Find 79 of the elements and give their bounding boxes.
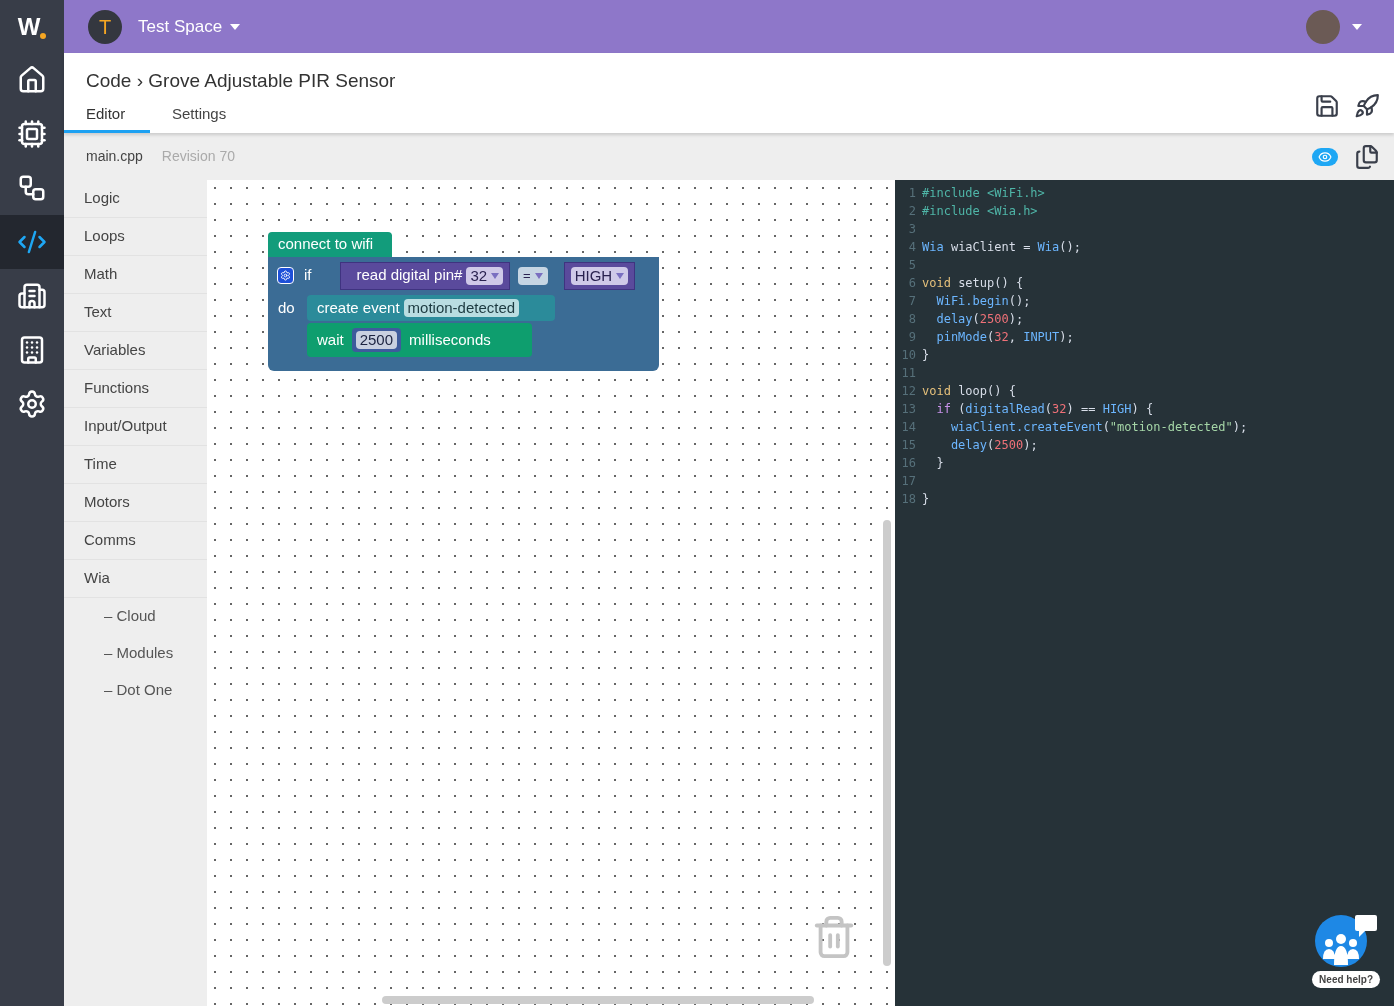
line-number: 4	[907, 239, 917, 256]
settings-icon	[17, 389, 47, 419]
line-number: 2	[907, 203, 917, 220]
line-number: 7	[907, 293, 917, 310]
vertical-scrollbar[interactable]	[883, 520, 891, 966]
line-number: 16	[900, 455, 917, 472]
tab[interactable]: Settings	[150, 99, 249, 133]
line-number: 11	[900, 365, 917, 382]
value-dropdown[interactable]: HIGH	[570, 266, 629, 285]
line-number: 3	[907, 221, 917, 238]
file-name[interactable]: main.cpp	[86, 146, 143, 167]
caret-icon	[1352, 23, 1362, 30]
operator-dropdown[interactable]: =	[518, 266, 548, 285]
dropdown-caret-icon	[616, 272, 625, 279]
help-chat-icon[interactable]	[1315, 915, 1378, 967]
horizontal-scrollbar[interactable]	[382, 996, 814, 1004]
flow-icon	[17, 173, 47, 203]
eye-icon	[1318, 149, 1332, 164]
line-number: 15	[900, 437, 917, 454]
dropdown-caret-icon	[491, 272, 500, 279]
preview-toggle[interactable]	[1312, 147, 1338, 166]
code-line: if (digitalRead(32) == HIGH) {	[935, 401, 1154, 418]
code-line: }	[922, 347, 930, 364]
caret-icon	[230, 23, 241, 30]
code-line: void setup() {	[922, 275, 1024, 292]
line-number: 14	[900, 419, 917, 436]
code-line: }	[922, 491, 930, 508]
dropdown-caret-icon	[534, 272, 543, 279]
pin-dropdown[interactable]: 32	[466, 266, 504, 285]
page-title: Code › Grove Adjustable PIR Sensor	[85, 69, 397, 93]
nav-item[interactable]	[0, 215, 64, 269]
subcategory-item[interactable]: – Modules	[64, 635, 207, 672]
line-number: 1	[907, 185, 917, 202]
line-number: 6	[907, 275, 917, 292]
space-avatar[interactable]: T	[88, 9, 122, 44]
code-line: }	[935, 455, 944, 472]
subcategory-item[interactable]: – Dot One	[64, 672, 207, 709]
line-number: 10	[900, 347, 917, 364]
code-line: wiaClient.createEvent("motion-detected");	[949, 419, 1248, 436]
chip-icon	[17, 119, 47, 149]
wait-block[interactable]: wait 2500 milliseconds	[307, 323, 532, 357]
code-line: pinMode(32, INPUT);	[935, 329, 1074, 346]
line-number: 9	[907, 329, 917, 346]
block-label: if	[304, 265, 312, 286]
gear-button[interactable]	[277, 267, 294, 284]
if-block[interactable]: if read digital pin# 32 = HIGH do create event motion-detected wait 2500 milliseconds	[268, 257, 659, 371]
rocket-icon[interactable]	[1354, 93, 1380, 119]
line-number: 12	[900, 383, 917, 400]
save-icon[interactable]	[1314, 93, 1340, 119]
app-logo[interactable]: W	[17, 8, 47, 45]
block-label: milliseconds	[409, 329, 491, 350]
code-line: delay(2500);	[935, 311, 1024, 328]
code-line: delay(2500);	[949, 437, 1038, 454]
code-line: WiFi.begin();	[935, 293, 1031, 310]
line-number: 5	[907, 257, 917, 274]
value-block[interactable]: HIGH	[563, 261, 636, 290]
line-number: 18	[900, 491, 917, 508]
block-label: do	[278, 298, 295, 318]
block-label: wait	[317, 329, 344, 350]
copy-icon[interactable]	[1354, 143, 1380, 170]
help-label[interactable]: Need help?	[1312, 971, 1380, 988]
read-pin-block[interactable]: read digital pin# 32	[339, 261, 511, 290]
settings-icon	[280, 270, 291, 281]
line-number: 13	[900, 401, 917, 418]
revision-label: Revision 70	[161, 147, 235, 166]
code-line: Wia wiaClient = Wia();	[922, 239, 1081, 256]
block-label: create event	[317, 297, 400, 318]
code-line: void loop() {	[922, 383, 1016, 400]
create-event-block[interactable]: create event motion-detected	[307, 295, 555, 321]
block-label: read digital pin#	[356, 265, 463, 286]
line-number: 8	[907, 311, 917, 328]
home-icon	[17, 65, 47, 95]
line-number: 17	[900, 473, 917, 490]
building-icon	[17, 281, 47, 311]
space-switcher[interactable]: Test Space	[138, 13, 223, 40]
event-name-field[interactable]: motion-detected	[403, 299, 520, 317]
subcategory-item[interactable]: – Cloud	[64, 598, 207, 635]
code-line: #include <Wia.h>	[922, 203, 1038, 220]
code-line: #include <WiFi.h>	[922, 185, 1045, 202]
